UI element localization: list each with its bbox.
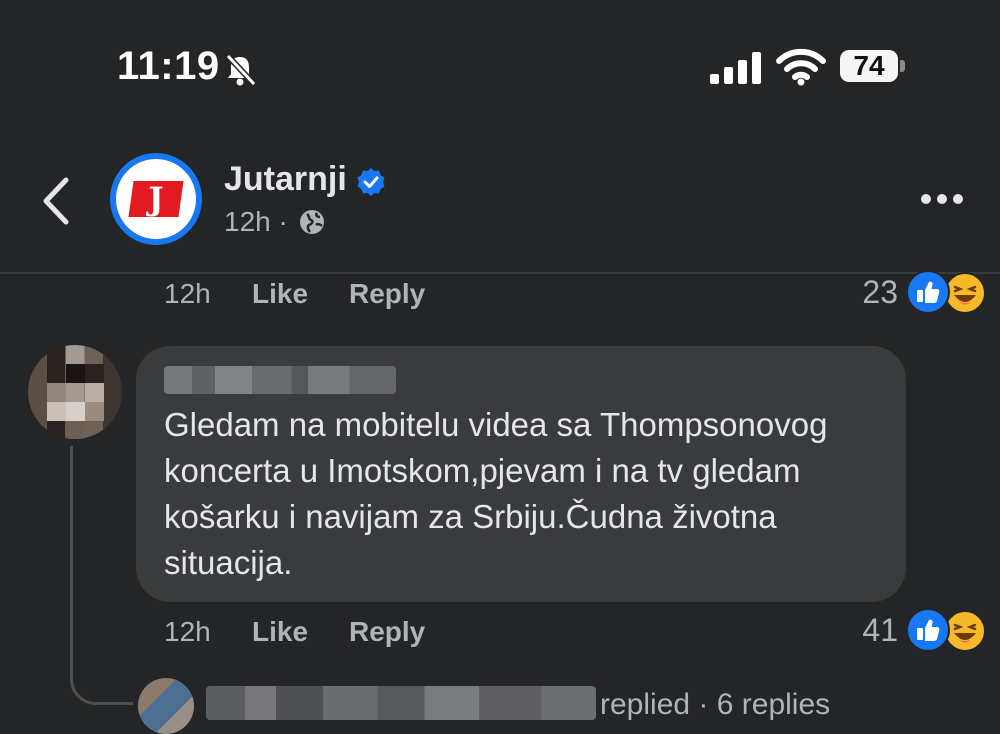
comment-time: 12h (164, 616, 211, 647)
page-avatar[interactable]: J (110, 153, 202, 245)
replier-avatar[interactable] (138, 678, 194, 734)
globe-icon (300, 210, 324, 234)
comment-text: Gledam na mobitelu videa sa Thompsonovog… (164, 406, 828, 581)
view-replies-link[interactable]: replied · 6 replies (600, 688, 830, 722)
reactions-count[interactable]: 41 (830, 612, 898, 649)
commenter-name-blurred[interactable] (164, 366, 396, 394)
like-button[interactable]: Like (252, 278, 308, 310)
reply-button[interactable]: Reply (349, 616, 425, 648)
status-time: 11:19 (117, 44, 220, 88)
replies-count: 6 replies (716, 688, 831, 721)
like-reaction-icon (906, 608, 950, 652)
like-button[interactable]: Like (252, 616, 308, 648)
wifi-icon (776, 48, 826, 86)
page-name[interactable]: Jutarnji (224, 160, 347, 199)
battery-icon: 74 (840, 50, 906, 84)
thread-connector-line (70, 446, 133, 705)
more-icon[interactable] (918, 184, 966, 214)
page-logo: J (116, 159, 196, 239)
comment-time: 12h (164, 278, 211, 309)
replier-names-blurred[interactable] (206, 686, 596, 720)
post-time: 12h (224, 206, 271, 237)
meta-separator: · (278, 206, 288, 237)
reactions-count[interactable]: 23 (830, 274, 898, 311)
haha-reaction-icon (944, 272, 986, 314)
reply-button[interactable]: Reply (349, 278, 425, 310)
back-icon[interactable] (38, 176, 74, 226)
replied-label: replied (600, 688, 691, 721)
replies-separator: · (698, 688, 709, 721)
commenter-avatar[interactable] (28, 345, 122, 439)
bell-slash-icon (225, 53, 257, 87)
battery-level: 74 (853, 50, 885, 81)
post-meta: 12h · (224, 206, 288, 238)
like-reaction-icon (906, 270, 950, 314)
haha-reaction-icon (944, 610, 986, 652)
signal-icon (710, 52, 761, 84)
verified-badge-icon (357, 168, 385, 196)
